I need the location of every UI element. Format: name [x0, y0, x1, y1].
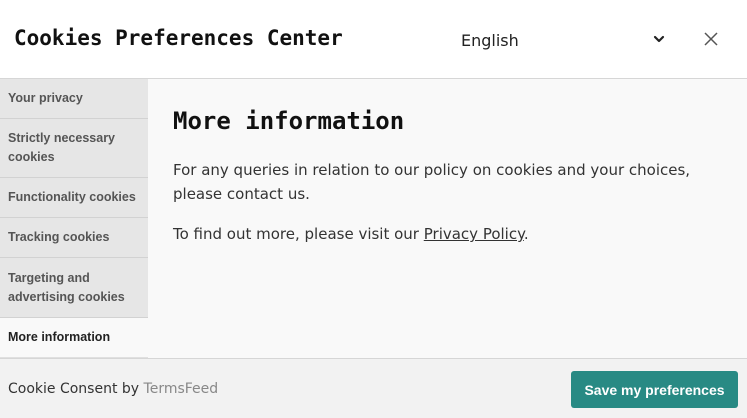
close-icon[interactable]: [700, 28, 722, 50]
modal-header: Cookies Preferences Center English: [0, 0, 747, 79]
sidebar-item-targeting[interactable]: Targeting and advertising cookies: [0, 258, 148, 318]
modal-title: Cookies Preferences Center: [14, 26, 343, 50]
sidebar-item-your-privacy[interactable]: Your privacy: [0, 79, 148, 119]
section-heading: More information: [173, 107, 405, 135]
privacy-text-prefix: To find out more, please visit our: [173, 225, 424, 243]
consent-credit-prefix: Cookie Consent by: [8, 381, 144, 397]
content-panel: More information For any queries in rela…: [148, 79, 747, 358]
termsfeed-link[interactable]: TermsFeed: [144, 381, 219, 397]
cookie-preferences-modal: Cookies Preferences Center English Your …: [0, 0, 747, 418]
chevron-down-icon: [653, 35, 665, 43]
language-select-value: English: [461, 31, 519, 50]
save-preferences-button[interactable]: Save my preferences: [571, 371, 738, 408]
sidebar: Your privacy Strictly necessary cookies …: [0, 79, 148, 358]
privacy-policy-link[interactable]: Privacy Policy: [424, 225, 524, 243]
sidebar-item-strictly-necessary[interactable]: Strictly necessary cookies: [0, 119, 148, 178]
language-select[interactable]: English: [452, 24, 674, 56]
privacy-text-suffix: .: [523, 225, 529, 243]
section-paragraph-contact: For any queries in relation to our polic…: [173, 161, 691, 203]
consent-credit: Cookie Consent by TermsFeed: [8, 381, 218, 397]
sidebar-item-more-information[interactable]: More information: [0, 318, 148, 358]
section-paragraph-privacy: To find out more, please visit our Priva…: [173, 222, 733, 246]
sidebar-item-tracking[interactable]: Tracking cookies: [0, 218, 148, 258]
modal-footer: Cookie Consent by TermsFeed Save my pref…: [0, 358, 747, 418]
sidebar-item-functionality[interactable]: Functionality cookies: [0, 178, 148, 218]
